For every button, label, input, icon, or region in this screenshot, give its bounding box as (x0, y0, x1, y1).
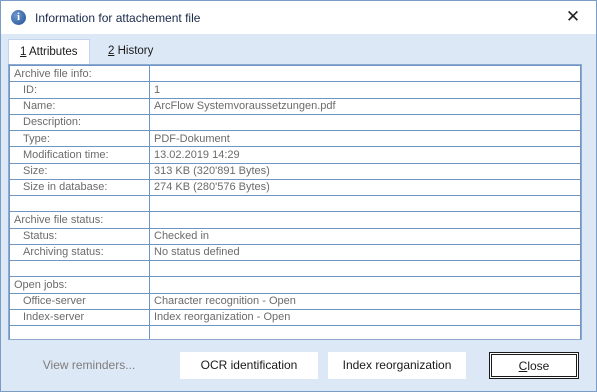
table-row[interactable]: Archive file status: (9, 211, 581, 229)
row-value: Character recognition - Open (149, 292, 581, 310)
row-label: Type: (9, 129, 150, 148)
row-label: Index-server (9, 308, 150, 327)
row-label: Archiving status: (9, 243, 150, 262)
row-label (9, 194, 150, 213)
row-label: Status: (9, 227, 150, 245)
table-row[interactable]: Description: (9, 113, 581, 132)
row-value: ArcFlow Systemvoraussetzungen.pdf (149, 97, 581, 115)
close-button-label: lose (527, 359, 550, 373)
close-icon[interactable]: ✕ (566, 7, 580, 26)
index-reorganization-button[interactable]: Index reorganization (328, 352, 466, 379)
tab-history[interactable]: 2 History (97, 39, 164, 64)
table-row[interactable]: Status: Checked in (9, 227, 581, 245)
row-value (149, 65, 581, 83)
view-reminders-button[interactable]: View reminders... (37, 352, 141, 379)
row-label (9, 324, 150, 339)
row-value (149, 194, 581, 213)
table-row[interactable]: ID: 1 (9, 81, 581, 99)
row-label: Description: (9, 113, 150, 132)
close-window-button[interactable]: ✕ (564, 8, 582, 26)
tab-attributes-label: Attributes (26, 46, 78, 58)
table-row[interactable]: Open jobs: (9, 276, 581, 294)
attachment-info-dialog: i Information for attachement file ✕ 1 A… (0, 0, 597, 392)
row-value: Index reorganization - Open (149, 308, 581, 327)
dialog-title: Information for attachement file (35, 11, 201, 25)
table-row[interactable]: Type: PDF-Dokument (9, 129, 581, 148)
table-row[interactable]: Archive file info: (9, 65, 581, 83)
table-row[interactable]: Size: 313 KB (320'891 Bytes) (9, 162, 581, 180)
table-row[interactable]: Modification time: 13.02.2019 14:29 (9, 146, 581, 164)
table-row[interactable]: Name: ArcFlow Systemvoraussetzungen.pdf (9, 97, 581, 115)
table-row[interactable]: Office-server Character recognition - Ope… (9, 292, 581, 310)
table-row[interactable] (9, 259, 581, 278)
row-value: 1 (149, 81, 581, 99)
row-value: PDF-Dokument (149, 129, 581, 148)
row-value: 313 KB (320'891 Bytes) (149, 162, 581, 180)
table-row[interactable]: Index-server Index reorganization - Open (9, 308, 581, 327)
row-label: ID: (9, 81, 150, 99)
row-value (149, 259, 581, 278)
row-label: Size in database: (9, 178, 150, 197)
row-label: Name: (9, 97, 150, 115)
row-label (9, 259, 150, 278)
row-value (149, 324, 581, 339)
row-value: 13.02.2019 14:29 (149, 146, 581, 164)
ocr-identification-button[interactable]: OCR identification (180, 352, 318, 379)
table-row[interactable] (9, 324, 581, 339)
row-value (149, 276, 581, 294)
row-label: Open jobs: (9, 276, 150, 294)
row-value: Checked in (149, 227, 581, 245)
tab-attributes[interactable]: 1 Attributes (8, 39, 90, 64)
tab-strip: 1 Attributes 2 History (1, 34, 596, 64)
tab-history-label: History (114, 45, 154, 57)
row-value: 274 KB (280'576 Bytes) (149, 178, 581, 197)
attributes-table: Archive file info: ID: 1 Name: ArcFlow Syste… (9, 65, 581, 339)
table-row[interactable]: Size in database: 274 KB (280'576 Bytes) (9, 178, 581, 197)
row-value (149, 113, 581, 132)
dialog-footer: View reminders... OCR identification Ind… (1, 340, 596, 392)
table-row[interactable] (9, 194, 581, 213)
attributes-panel[interactable]: Archive file info: ID: 1 Name: ArcFlow Syste… (8, 64, 582, 340)
row-value: No status defined (149, 243, 581, 262)
row-label: Archive file info: (9, 65, 150, 83)
table-row[interactable]: Archiving status: No status defined (9, 243, 581, 262)
row-label: Modification time: (9, 146, 150, 164)
row-label: Archive file status: (9, 211, 150, 229)
row-label: Office-server (9, 292, 150, 310)
row-label: Size: (9, 162, 150, 180)
info-icon: i (11, 10, 26, 25)
row-value (149, 211, 581, 229)
close-button[interactable]: Close (489, 352, 579, 379)
title-bar: i Information for attachement file ✕ (1, 1, 596, 34)
